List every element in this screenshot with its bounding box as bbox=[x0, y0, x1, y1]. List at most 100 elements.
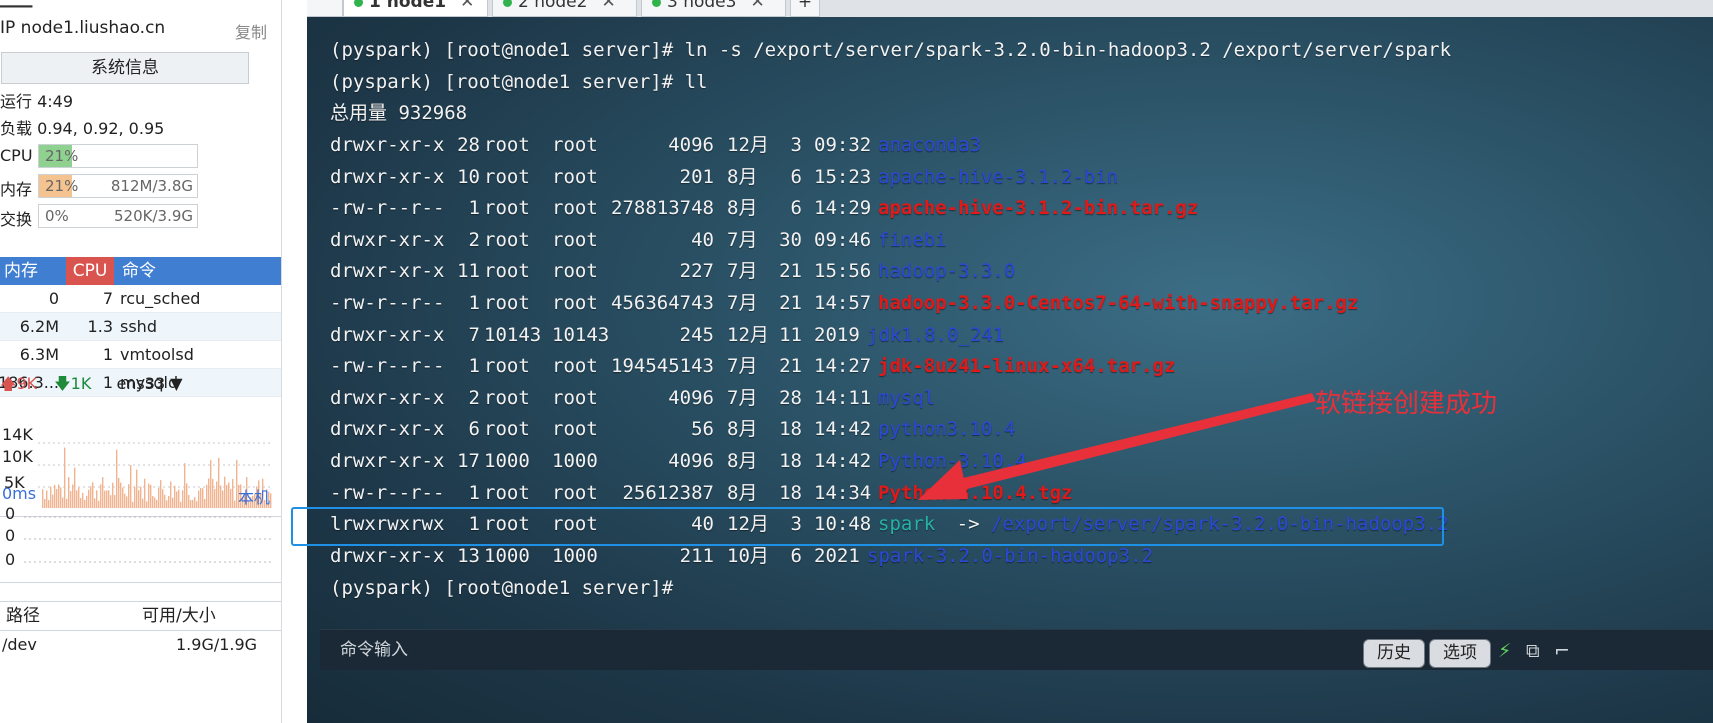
interface-select[interactable]: ens33 ▼ bbox=[116, 374, 182, 393]
entry-time: 14:27 bbox=[814, 355, 872, 378]
swap-percent: 0% bbox=[45, 207, 69, 225]
header-cpu[interactable]: CPU bbox=[66, 257, 114, 285]
swap-meter: 0% 520K/3.9G bbox=[38, 204, 198, 228]
entry-user: root bbox=[484, 481, 530, 504]
listing-row: -rw-r--r-- 1 root root 278813748 8月 6 14:29 apac… bbox=[330, 192, 1710, 224]
tab-node1[interactable]: 1 node1 ✕ bbox=[343, 0, 488, 17]
entry-day: 18 bbox=[779, 481, 802, 504]
pin-icon[interactable]: ⌐ bbox=[1554, 640, 1570, 662]
command-input[interactable]: 命令输入 bbox=[340, 630, 1240, 670]
options-button[interactable]: 选项 bbox=[1429, 639, 1491, 668]
entry-name: mysql bbox=[878, 386, 936, 409]
entry-month: 8月 bbox=[727, 165, 758, 188]
entry-month: 7月 bbox=[727, 260, 758, 283]
close-icon[interactable]: ✕ bbox=[601, 0, 615, 12]
entry-permissions: drwxr-xr-x bbox=[330, 450, 445, 472]
add-tab-button[interactable]: + bbox=[790, 0, 820, 17]
entry-name: python3.10.4 bbox=[878, 418, 1016, 441]
entry-day: 21 bbox=[779, 355, 802, 378]
entry-time: 15:23 bbox=[814, 165, 872, 188]
listing-row: drwxr-xr-x 28 root root 4096 12月 3 09:32 anacond… bbox=[330, 129, 1710, 161]
process-row[interactable]: 6.3M 1 vmtoolsd bbox=[0, 341, 281, 369]
network-bar bbox=[218, 457, 220, 508]
entry-day: 30 bbox=[779, 228, 802, 251]
terminal-view[interactable]: (pyspark) [root@node1 server]# ln -s /ex… bbox=[307, 17, 1713, 723]
entry-user: root bbox=[484, 386, 530, 409]
tab-node3[interactable]: 3 node3 ✕ bbox=[641, 0, 786, 17]
network-bar bbox=[74, 467, 76, 508]
entry-day: 3 bbox=[790, 134, 802, 156]
highlight-box bbox=[291, 507, 1444, 546]
annotation-text: 软链接创建成功 bbox=[1315, 389, 1498, 419]
process-command: sshd bbox=[120, 317, 157, 336]
header-size[interactable]: 可用/大小 bbox=[142, 602, 216, 630]
entry-month: 7月 bbox=[727, 355, 758, 378]
entry-links: 10 bbox=[457, 165, 480, 188]
network-bar bbox=[64, 447, 66, 508]
entry-links: 11 bbox=[457, 260, 480, 283]
entry-time: 14:11 bbox=[814, 386, 872, 409]
network-bar bbox=[184, 463, 186, 508]
entry-name: hadoop-3.3.0 bbox=[878, 260, 1016, 283]
memory-amount: 812M/3.8G bbox=[110, 177, 193, 195]
terminal-line-total: 总用量 932968 bbox=[330, 102, 468, 124]
terminal-line-ln: (pyspark) [root@node1 server]# ln -s /ex… bbox=[330, 39, 1452, 61]
chevron-down-icon: ▼ bbox=[170, 374, 183, 393]
disk-row[interactable]: /dev 1.9G/1.9G bbox=[0, 631, 281, 659]
close-icon[interactable]: ✕ bbox=[750, 0, 764, 12]
header-memory[interactable]: 内存 bbox=[4, 257, 38, 285]
entry-links: 2 bbox=[468, 228, 480, 251]
header-path[interactable]: 路径 bbox=[6, 602, 40, 630]
host-label: IP node1.liushao.cn bbox=[0, 18, 166, 38]
entry-group: root bbox=[552, 386, 598, 409]
entry-user: root bbox=[484, 228, 530, 251]
entry-day: 28 bbox=[779, 386, 802, 409]
lightning-icon[interactable]: ⚡ bbox=[1498, 640, 1511, 662]
copy-icon[interactable]: ⧉ bbox=[1526, 640, 1540, 662]
memory-meter: 21% 812M/3.8G bbox=[38, 174, 198, 198]
process-mem: 6.3M bbox=[19, 345, 59, 364]
process-command: vmtoolsd bbox=[120, 345, 194, 364]
disk-table: 路径 可用/大小 /dev 1.9G/1.9G bbox=[0, 601, 281, 659]
tab-label: 1 node1 bbox=[369, 0, 447, 12]
entry-month: 7月 bbox=[727, 386, 758, 409]
entry-user: 1000 bbox=[484, 450, 530, 472]
tab-node2[interactable]: 2 node2 ✕ bbox=[492, 0, 637, 17]
network-header: 🡅9K 🡇1K ens33 ▼ bbox=[0, 373, 183, 400]
interface-name: ens33 bbox=[116, 374, 166, 393]
entry-links: 28 bbox=[457, 134, 480, 156]
entry-time: 15:56 bbox=[814, 260, 872, 283]
process-row[interactable]: 6.2M 1.3 sshd bbox=[0, 313, 281, 341]
copy-button[interactable]: 复制 bbox=[235, 19, 267, 43]
history-button[interactable]: 历史 bbox=[1363, 639, 1425, 668]
uptime-text: 运行 4:49 bbox=[0, 92, 74, 111]
latency-value: 0 bbox=[5, 504, 16, 523]
plus-icon: + bbox=[797, 0, 813, 12]
connected-icon bbox=[503, 0, 512, 7]
entry-permissions: -rw-r--r-- bbox=[330, 197, 445, 220]
listing-row: drwxr-xr-x 6 root root 56 8月 18 14:42 python3.10… bbox=[330, 413, 1710, 445]
system-info-button[interactable]: 系统信息 bbox=[1, 52, 249, 84]
entry-size: 245 bbox=[679, 323, 714, 346]
arrow-down-icon: 🡇 bbox=[54, 374, 71, 393]
listing-row: drwxr-xr-x 2 root root 40 7月 30 09:46 finebi bbox=[330, 224, 1710, 256]
entry-user: root bbox=[484, 355, 530, 378]
entry-month: 7月 bbox=[727, 292, 758, 314]
entry-size: 56 bbox=[691, 418, 714, 441]
process-row[interactable]: 0 7 rcu_sched bbox=[0, 285, 281, 313]
entry-size: 227 bbox=[679, 260, 714, 283]
entry-day: 21 bbox=[779, 292, 802, 314]
close-icon[interactable]: ✕ bbox=[460, 0, 474, 12]
listing-row: drwxr-xr-x 17 1000 1000 4096 8月 18 14:42 Python-… bbox=[330, 445, 1710, 477]
arrow-up-icon: 🡅 bbox=[0, 374, 17, 393]
entry-user: root bbox=[484, 197, 530, 220]
header-command[interactable]: 命令 bbox=[122, 257, 156, 285]
process-cpu: 1 bbox=[102, 345, 113, 364]
entry-month: 8月 bbox=[727, 418, 758, 441]
entry-links: 1 bbox=[468, 481, 480, 504]
disk-path: /dev bbox=[2, 635, 37, 654]
entry-day: 11 bbox=[779, 323, 802, 346]
entry-permissions: -rw-r--r-- bbox=[330, 292, 445, 314]
tab-menu[interactable] bbox=[307, 0, 343, 17]
disk-size: 1.9G/1.9G bbox=[176, 635, 258, 654]
